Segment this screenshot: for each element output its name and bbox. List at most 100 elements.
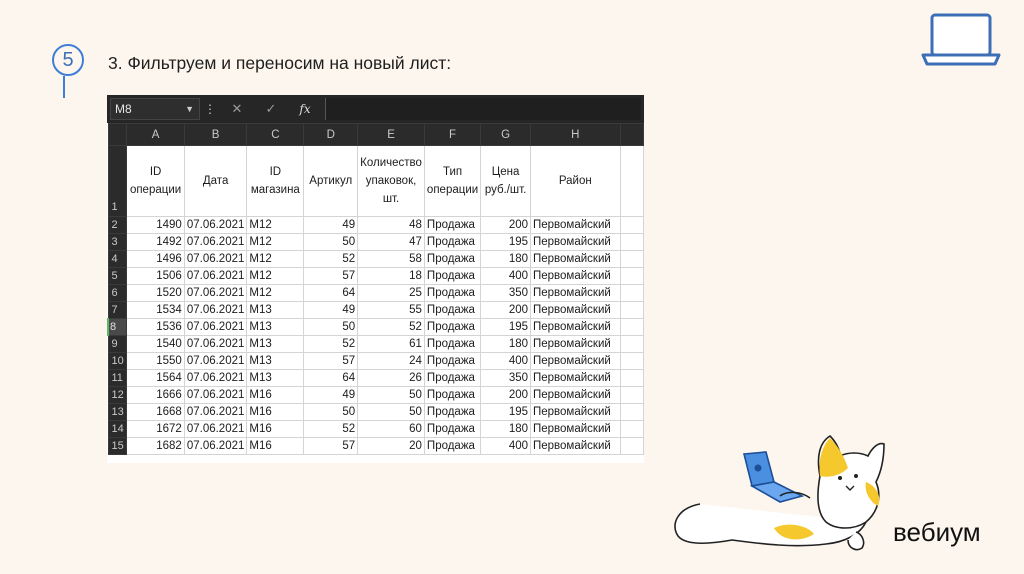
cell-date[interactable]: 07.06.2021 [183,301,248,319]
table-row[interactable]: 14 1672 07.06.2021 М16 52 60 Продажа 180 Первома… [107,420,644,438]
cell-type[interactable]: Продажа [423,420,482,438]
cell-store[interactable]: М16 [246,386,305,404]
table-row[interactable]: 15 1682 07.06.2021 М16 57 20 Продажа 400 Первома… [107,437,644,455]
cell-region[interactable]: Первомайский [530,386,621,404]
cell-qty[interactable]: 50 [357,403,425,421]
cell-price[interactable]: 200 [480,301,531,319]
select-all-corner[interactable] [107,123,128,146]
cell-store[interactable]: М13 [246,301,305,319]
table-row[interactable]: 12 1666 07.06.2021 М16 49 50 Продажа 200 Первома… [107,386,644,404]
cell-date[interactable]: 07.06.2021 [183,216,248,234]
table-row[interactable]: 2 1490 07.06.2021 М12 49 48 Продажа 200 Первомай… [107,216,644,234]
cell-qty[interactable]: 25 [357,284,425,302]
cell-date[interactable]: 07.06.2021 [183,437,248,455]
cell-store[interactable]: М13 [246,352,305,370]
cancel-icon[interactable]: ✕ [220,101,254,117]
cell-date[interactable]: 07.06.2021 [183,284,248,302]
cell-price[interactable]: 195 [480,318,531,336]
cell-id[interactable]: 1490 [126,216,185,234]
row-number[interactable]: 1 [107,145,128,217]
cell-store[interactable]: М12 [246,250,305,268]
name-box[interactable]: M8 ▼ [110,98,200,120]
row-number[interactable]: 4 [107,250,128,268]
cell-id[interactable]: 1672 [126,420,185,438]
cell-empty[interactable] [619,216,644,234]
cell-art[interactable]: 57 [303,437,359,455]
cell-price[interactable]: 350 [480,284,531,302]
cell-price[interactable]: 200 [480,216,531,234]
cell-art[interactable]: 49 [303,301,359,319]
row-number[interactable]: 15 [107,437,128,455]
cell-art[interactable]: 49 [303,386,359,404]
row-number[interactable]: 12 [107,386,128,404]
table-row[interactable]: 11 1564 07.06.2021 М13 64 26 Продажа 350 Первома… [107,369,644,387]
cell-empty[interactable] [619,420,644,438]
cell-date[interactable]: 07.06.2021 [183,352,248,370]
cell-store[interactable]: М12 [246,233,305,251]
cell-date[interactable]: 07.06.2021 [183,335,248,353]
cell-price[interactable]: 180 [480,250,531,268]
cell-date[interactable]: 07.06.2021 [183,233,248,251]
header-cell[interactable]: Район [530,145,621,217]
cell-region[interactable]: Первомайский [530,369,621,387]
cell-price[interactable]: 400 [480,267,531,285]
cell-type[interactable]: Продажа [423,284,482,302]
cell-qty[interactable]: 55 [357,301,425,319]
cell-region[interactable]: Первомайский [530,267,621,285]
cell-region[interactable]: Первомайский [530,420,621,438]
cell-price[interactable]: 195 [480,403,531,421]
cell-qty[interactable]: 20 [357,437,425,455]
row-number[interactable]: 9 [107,335,128,353]
column-header[interactable]: H [530,123,621,146]
cell-date[interactable]: 07.06.2021 [183,250,248,268]
cell-date[interactable]: 07.06.2021 [183,386,248,404]
row-number[interactable]: 6 [107,284,128,302]
dropdown-arrow-icon[interactable]: ▼ [185,99,194,119]
cell-art[interactable]: 57 [303,352,359,370]
cell-type[interactable]: Продажа [423,301,482,319]
cell-id[interactable]: 1682 [126,437,185,455]
table-row[interactable]: 13 1668 07.06.2021 М16 50 50 Продажа 195 Первома… [107,403,644,421]
header-cell[interactable] [619,145,644,217]
cell-art[interactable]: 52 [303,335,359,353]
more-options-icon[interactable]: ⋮ [200,102,220,116]
table-row[interactable]: 5 1506 07.06.2021 М12 57 18 Продажа 400 Первомай… [107,267,644,285]
column-header[interactable]: D [303,123,359,146]
formula-input[interactable] [325,98,641,120]
cell-region[interactable]: Первомайский [530,403,621,421]
cell-type[interactable]: Продажа [423,369,482,387]
table-row[interactable]: 6 1520 07.06.2021 М12 64 25 Продажа 350 Первомай… [107,284,644,302]
cell-type[interactable]: Продажа [423,216,482,234]
cell-type[interactable]: Продажа [423,437,482,455]
table-row[interactable]: 3 1492 07.06.2021 М12 50 47 Продажа 195 Первомай… [107,233,644,251]
cell-type[interactable]: Продажа [423,352,482,370]
column-header[interactable]: E [357,123,425,146]
table-row[interactable]: 9 1540 07.06.2021 М13 52 61 Продажа 180 Первомай… [107,335,644,353]
cell-store[interactable]: М16 [246,437,305,455]
cell-empty[interactable] [619,403,644,421]
cell-empty[interactable] [619,369,644,387]
header-cell[interactable]: Тип операции [423,145,482,217]
cell-qty[interactable]: 61 [357,335,425,353]
cell-art[interactable]: 50 [303,318,359,336]
cell-id[interactable]: 1536 [126,318,185,336]
row-number[interactable]: 11 [107,369,128,387]
cell-type[interactable]: Продажа [423,250,482,268]
header-cell[interactable]: Артикул [303,145,359,217]
cell-store[interactable]: М12 [246,216,305,234]
cell-empty[interactable] [619,250,644,268]
header-cell[interactable]: ID операции [126,145,185,217]
cell-date[interactable]: 07.06.2021 [183,369,248,387]
cell-empty[interactable] [619,284,644,302]
cell-art[interactable]: 57 [303,267,359,285]
cell-price[interactable]: 200 [480,386,531,404]
row-number[interactable]: 7 [107,301,128,319]
cell-price[interactable]: 350 [480,369,531,387]
cell-type[interactable]: Продажа [423,318,482,336]
cell-price[interactable]: 180 [480,420,531,438]
insert-function-icon[interactable]: fx [288,102,322,116]
cell-date[interactable]: 07.06.2021 [183,318,248,336]
cell-qty[interactable]: 60 [357,420,425,438]
cell-id[interactable]: 1534 [126,301,185,319]
cell-qty[interactable]: 18 [357,267,425,285]
